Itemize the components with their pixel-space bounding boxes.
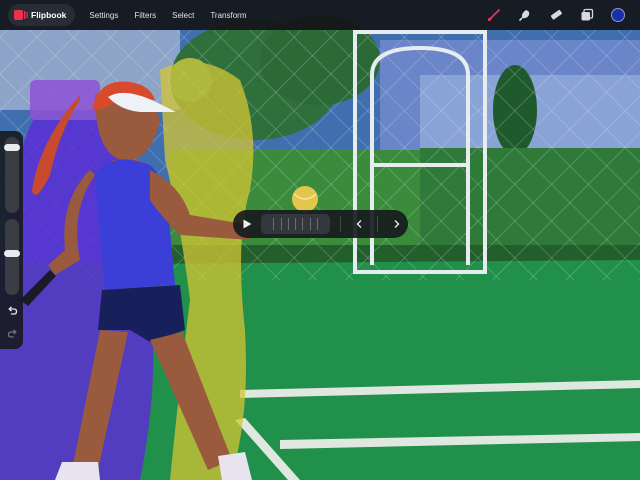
undo-button[interactable] (5, 304, 19, 316)
menu-select[interactable]: Select (172, 11, 194, 20)
current-color-swatch (611, 8, 625, 22)
flipbook-button[interactable]: Flipbook (8, 4, 76, 26)
brush-tool[interactable] (486, 7, 502, 23)
brush-icon (487, 9, 500, 22)
frame-tick (309, 218, 311, 230)
frame-tick (316, 218, 318, 230)
opacity-slider[interactable] (4, 219, 20, 295)
redo-icon (7, 328, 17, 338)
flipbook-playback-bar (233, 210, 408, 238)
previous-frame-button[interactable] (347, 214, 371, 234)
redo-button[interactable] (5, 327, 19, 339)
layers-icon (581, 8, 594, 21)
canvas-artwork (0, 0, 640, 480)
eraser-icon (550, 9, 562, 20)
app-title: Flipbook (31, 10, 67, 20)
drawing-canvas[interactable] (0, 0, 640, 480)
divider (377, 216, 378, 232)
play-button[interactable] (235, 211, 258, 237)
frame-navigation (334, 214, 408, 234)
eraser-tool[interactable] (548, 7, 564, 23)
smudge-icon (518, 10, 530, 22)
divider (340, 216, 341, 232)
color-picker[interactable] (610, 7, 626, 23)
menu-filters[interactable]: Filters (134, 11, 156, 20)
chevron-right-icon (394, 220, 399, 228)
left-sidebar (0, 131, 23, 349)
play-icon (243, 219, 252, 229)
smudge-tool[interactable] (517, 7, 533, 23)
opacity-thumb[interactable] (4, 250, 20, 257)
frame-tick (302, 218, 304, 230)
undo-icon (7, 305, 17, 315)
top-toolbar: Flipbook Settings Filters Select Transfo… (0, 0, 640, 30)
brush-size-thumb[interactable] (4, 144, 20, 151)
frame-timeline[interactable] (261, 214, 330, 234)
layers-tool[interactable] (579, 7, 595, 23)
tool-group (471, 0, 626, 30)
chevron-left-icon (356, 220, 361, 228)
next-frame-button[interactable] (384, 214, 408, 234)
frame-tick (295, 218, 297, 230)
flipbook-icon (14, 10, 28, 20)
brush-size-slider[interactable] (4, 137, 20, 213)
menu-settings[interactable]: Settings (89, 11, 118, 20)
frame-tick (273, 218, 275, 230)
frame-tick (280, 218, 282, 230)
menu-transform[interactable]: Transform (210, 11, 246, 20)
frame-tick (287, 218, 289, 230)
